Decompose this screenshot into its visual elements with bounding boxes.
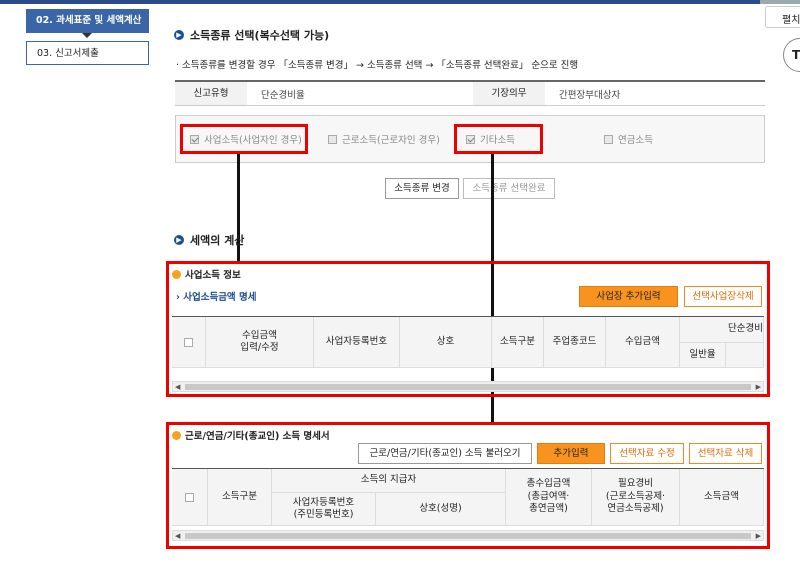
top-bar <box>0 0 800 4</box>
expand-tab[interactable]: 펼치 <box>765 6 800 28</box>
business-income-title: 사업소득 정보 <box>172 267 241 281</box>
highlight-other-income <box>454 124 543 154</box>
col-biz-reg-no: 사업자등록번호 <box>314 317 400 368</box>
scroll-thumb[interactable] <box>185 384 751 390</box>
bookkeeping-label: 기장의무 <box>473 82 545 105</box>
section-income-type-title: ▶ 소득종류 선택(복수선택 가능) <box>174 27 329 43</box>
chevron-down-icon <box>82 33 92 38</box>
business-table-scrollbar[interactable]: ◀ ▶ <box>172 381 764 392</box>
filing-type-label: 신고유형 <box>175 82 247 105</box>
other-income-table: 소득구분 소득의 지급자 사업자등록번호 (주민등록번호) 상호(성명) 총수입… <box>172 468 764 526</box>
instruction-note: · 소득종류를 변경할 경우 「소득종류 변경」 → 소득종류 선택 → 「소득… <box>176 60 579 71</box>
add-business-button[interactable]: 사업장 추가입력 <box>579 286 678 307</box>
section-title-text: 세액의 계산 <box>190 234 245 247</box>
col-simple-rate-empty <box>726 343 764 368</box>
delete-business-button[interactable]: 선택사업장삭제 <box>684 286 762 307</box>
select-all-cell <box>172 317 206 368</box>
select-all-checkbox[interactable] <box>185 492 194 502</box>
scroll-thumb[interactable] <box>185 533 751 539</box>
col-income-type: 소득구분 <box>492 317 544 368</box>
link-text: 사업소득금액 명세 <box>183 292 257 303</box>
col-necessary-expense: 필요경비 (근로소득공제· 연금소득공제) <box>592 469 680 526</box>
col-payer: 소득의 지급자 <box>272 469 506 493</box>
scroll-right-icon[interactable]: ▶ <box>756 532 761 540</box>
edit-selected-button[interactable]: 선택자료 수정 <box>610 443 684 464</box>
col-income-type: 소득구분 <box>208 469 272 526</box>
highlight-business-income <box>180 124 308 154</box>
col-gross-income: 총수입금액 (총급여액· 총연금액) <box>506 469 592 526</box>
other-table-scrollbar[interactable]: ◀ ▶ <box>172 530 764 541</box>
checkbox-icon[interactable] <box>604 134 613 144</box>
delete-selected-button[interactable]: 선택자료 삭제 <box>689 443 762 464</box>
col-industry-code: 주업종코드 <box>544 317 606 368</box>
load-other-income-button[interactable]: 근로/연금/기타(종교인) 소득 불러오기 <box>358 443 532 464</box>
complete-income-type-button[interactable]: 소득종류 선택완료 <box>463 178 555 199</box>
col-biz-reg-no: 사업자등록번호 (주민등록번호) <box>272 493 376 526</box>
col-trade-name: 상호 <box>400 317 492 368</box>
col-revenue-input: 수입금액 입력/수정 <box>206 317 314 368</box>
select-all-cell <box>172 469 208 526</box>
checkbox-label: 연금소득 <box>618 135 653 146</box>
section-tax-calc-title: ▶ 세액의 계산 <box>174 232 244 248</box>
change-income-type-button[interactable]: 소득종류 변경 <box>385 178 459 199</box>
col-trade-name: 상호(성명) <box>376 493 506 526</box>
bullet-icon <box>172 269 181 279</box>
checkbox-icon[interactable] <box>328 134 337 144</box>
checkbox-label: 근로소득(근로자인 경우) <box>342 135 440 146</box>
col-simple-expense: 단순경비 <box>680 317 764 343</box>
scroll-right-icon[interactable]: ▶ <box>756 383 761 391</box>
arrow-right-icon: ▶ <box>174 235 184 245</box>
other-title-text: 근로/연금/기타(종교인) 소득 명세서 <box>185 431 330 442</box>
scroll-left-icon[interactable]: ◀ <box>175 383 180 391</box>
top-bar-right <box>760 0 800 4</box>
other-income-title: 근로/연금/기타(종교인) 소득 명세서 <box>172 428 330 442</box>
nav-step-tax-calculation[interactable]: 02. 과세표준 및 세액계산 <box>26 9 149 33</box>
bookkeeping-value: 간편장부대상자 <box>559 89 621 101</box>
income-type-pension[interactable]: 연금소득 <box>604 132 653 146</box>
bullet-icon <box>172 430 181 440</box>
scroll-left-icon[interactable]: ◀ <box>175 532 180 540</box>
add-other-income-button[interactable]: 추가입력 <box>537 443 605 464</box>
section-title-text: 소득종류 선택(복수선택 가능) <box>190 29 330 42</box>
business-title-text: 사업소득 정보 <box>185 270 241 281</box>
arrow-right-icon: ▶ <box>174 30 184 40</box>
income-type-employment[interactable]: 근로소득(근로자인 경우) <box>328 132 440 146</box>
business-income-table: 수입금액 입력/수정 사업자등록번호 상호 소득구분 주업종코드 수입금액 단순… <box>172 316 764 368</box>
select-all-checkbox[interactable] <box>184 337 193 347</box>
filing-type-value: 단순경비율 <box>261 89 305 101</box>
nav-step-submit[interactable]: 03. 신고서제출 <box>26 41 149 65</box>
col-income-amount: 소득금액 <box>680 469 764 526</box>
floating-circle-button[interactable]: T <box>783 38 800 72</box>
col-revenue: 수입금액 <box>606 317 680 368</box>
business-income-detail-link[interactable]: › 사업소득금액 명세 <box>176 289 256 303</box>
col-general-rate: 일반율 <box>680 343 726 368</box>
filing-info-table: 신고유형 단순경비율 기장의무 간편장부대상자 <box>175 80 765 106</box>
